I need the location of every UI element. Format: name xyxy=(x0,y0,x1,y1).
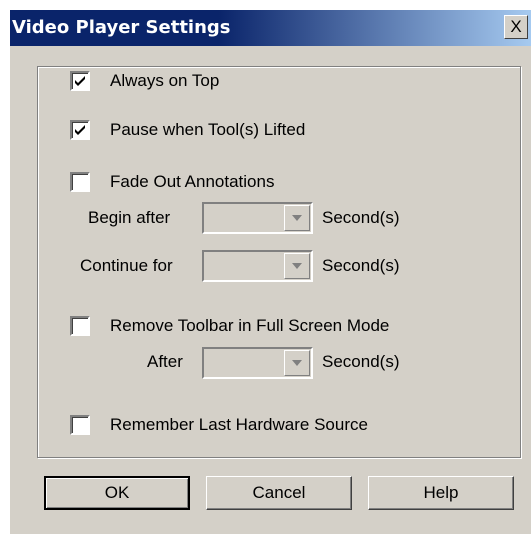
after-dropdown[interactable] xyxy=(202,347,313,379)
pause-when-lifted-label: Pause when Tool(s) Lifted xyxy=(110,120,306,139)
begin-after-dropdown[interactable] xyxy=(202,202,313,234)
after-label: After xyxy=(147,352,183,371)
checkmark-icon xyxy=(75,125,85,135)
close-icon: X xyxy=(510,17,522,36)
remember-source-option[interactable]: Remember Last Hardware Source xyxy=(70,415,368,435)
begin-after-label: Begin after xyxy=(88,208,171,227)
remember-source-label: Remember Last Hardware Source xyxy=(110,415,368,434)
always-on-top-option[interactable]: Always on Top xyxy=(70,71,219,91)
checkmark-icon xyxy=(75,76,85,86)
remove-toolbar-checkbox[interactable] xyxy=(70,316,90,336)
pause-when-lifted-option[interactable]: Pause when Tool(s) Lifted xyxy=(70,120,305,140)
always-on-top-checkbox[interactable] xyxy=(70,71,90,91)
chevron-down-icon xyxy=(292,263,302,269)
title-bar[interactable]: Video Player Settings X xyxy=(10,10,531,46)
after-unit: Second(s) xyxy=(322,352,400,371)
fade-out-annotations-label: Fade Out Annotations xyxy=(110,172,275,191)
cancel-button[interactable]: Cancel xyxy=(206,476,352,510)
after-dropdown-button[interactable] xyxy=(284,350,310,376)
help-button[interactable]: Help xyxy=(368,476,514,510)
always-on-top-label: Always on Top xyxy=(110,71,220,90)
continue-for-dropdown-button[interactable] xyxy=(284,253,310,279)
remove-toolbar-label: Remove Toolbar in Full Screen Mode xyxy=(110,316,390,335)
fade-out-annotations-checkbox[interactable] xyxy=(70,172,90,192)
dialog-title: Video Player Settings xyxy=(12,17,231,38)
begin-after-dropdown-button[interactable] xyxy=(284,205,310,231)
close-button[interactable]: X xyxy=(504,15,528,39)
remove-toolbar-option[interactable]: Remove Toolbar in Full Screen Mode xyxy=(70,316,389,336)
chevron-down-icon xyxy=(292,360,302,366)
begin-after-unit: Second(s) xyxy=(322,208,400,227)
continue-for-unit: Second(s) xyxy=(322,256,400,275)
ok-button[interactable]: OK xyxy=(44,476,190,510)
video-player-settings-dialog: Video Player Settings X Always on Top Pa… xyxy=(10,10,531,534)
continue-for-label: Continue for xyxy=(80,256,173,275)
chevron-down-icon xyxy=(292,215,302,221)
pause-when-lifted-checkbox[interactable] xyxy=(70,120,90,140)
continue-for-dropdown[interactable] xyxy=(202,250,313,282)
remember-source-checkbox[interactable] xyxy=(70,415,90,435)
fade-out-annotations-option[interactable]: Fade Out Annotations xyxy=(70,172,274,192)
